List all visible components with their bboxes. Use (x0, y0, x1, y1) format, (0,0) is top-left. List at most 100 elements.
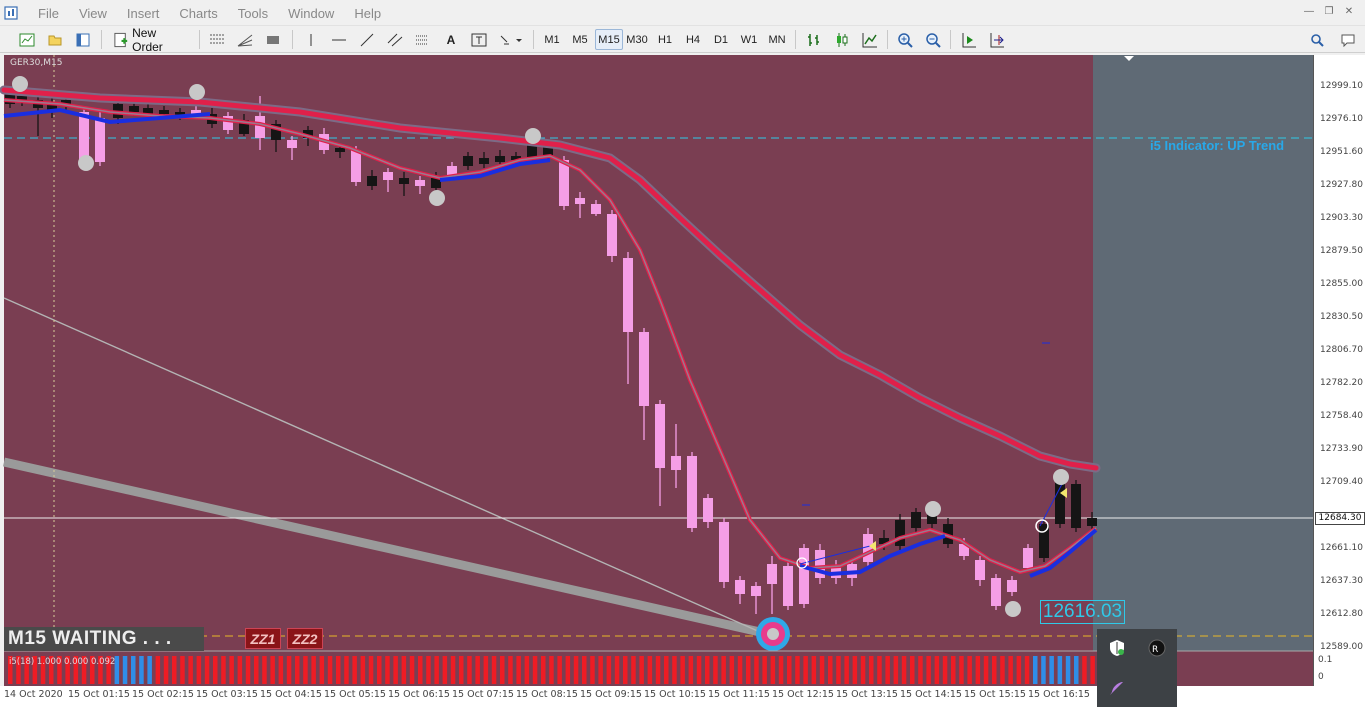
text-tool-icon[interactable]: A (440, 29, 462, 50)
price-tick: 12637.30 (1320, 576, 1363, 586)
menu-bar: File View Insert Charts Tools Window Hel… (0, 0, 1365, 26)
current-price-label: 12684.30 (1315, 512, 1365, 525)
timeframe-m30[interactable]: M30 (624, 29, 650, 50)
chart-shift-icon[interactable] (985, 29, 1009, 50)
menu-file[interactable]: File (28, 6, 69, 21)
new-chart-icon[interactable] (16, 29, 38, 50)
price-axis[interactable]: 12999.10 12976.10 12951.60 12927.80 1290… (1313, 55, 1365, 686)
fibo-fan-icon[interactable] (234, 29, 256, 50)
price-tick: 12830.50 (1320, 312, 1363, 322)
app-logo-icon (4, 6, 18, 20)
indicator-axis-tick: 0 (1318, 672, 1324, 682)
zoom-in-icon[interactable] (893, 29, 917, 50)
menu-charts[interactable]: Charts (169, 6, 227, 21)
zz1-button[interactable]: ZZ1 (245, 628, 281, 649)
price-tick: 12589.00 (1320, 642, 1363, 652)
timeframe-mn[interactable]: MN (764, 29, 790, 50)
price-tick: 12976.10 (1320, 114, 1363, 124)
timeframe-m15[interactable]: M15 (595, 29, 623, 50)
time-tick: 15 Oct 08:15 (516, 689, 578, 700)
trend-indicator-text: i5 Indicator: UP Trend (1150, 138, 1285, 153)
candlestick-icon[interactable] (830, 29, 854, 50)
price-tick: 12661.10 (1320, 543, 1363, 553)
price-tick: 12612.80 (1320, 609, 1363, 619)
time-tick: 15 Oct 11:15 (708, 689, 770, 700)
trendline-icon[interactable] (356, 29, 378, 50)
time-tick: 15 Oct 07:15 (452, 689, 514, 700)
time-tick: 15 Oct 09:15 (580, 689, 642, 700)
zz2-button[interactable]: ZZ2 (287, 628, 323, 649)
search-icon[interactable] (1306, 29, 1328, 50)
shield-icon[interactable] (1103, 635, 1131, 661)
price-tick: 12758.40 (1320, 411, 1363, 421)
time-tick: 15 Oct 06:15 (388, 689, 450, 700)
svg-text:R: R (1152, 645, 1158, 655)
indicator-label: i5(18) 1.000 0.000 0.092 (9, 657, 116, 667)
new-order-label: New Order (132, 25, 163, 54)
toolbar: New Order A M1 M5 M15 M30 H1 H4 D1 W1 MN (0, 26, 1365, 54)
menu-help[interactable]: Help (344, 6, 391, 21)
time-tick: 15 Oct 02:15 (132, 689, 194, 700)
price-tick: 12806.70 (1320, 345, 1363, 355)
price-tick: 12927.80 (1320, 180, 1363, 190)
window-controls: — ❐ ✕ (1301, 5, 1357, 19)
status-waiting-label: M15 WAITING . . . (4, 627, 204, 651)
chat-icon[interactable] (1336, 29, 1360, 50)
profiles-icon[interactable] (44, 29, 66, 50)
timeframe-h4[interactable]: H4 (680, 29, 706, 50)
time-tick: 15 Oct 14:15 (900, 689, 962, 700)
timeframe-d1[interactable]: D1 (708, 29, 734, 50)
time-tick: 15 Oct 10:15 (644, 689, 706, 700)
price-tick: 12782.20 (1320, 378, 1363, 388)
minimize-icon[interactable]: — (1301, 5, 1317, 19)
time-tick: 15 Oct 16:15 (1028, 689, 1090, 700)
price-tick: 12733.90 (1320, 444, 1363, 454)
time-tick: 15 Oct 12:15 (772, 689, 834, 700)
price-tag-label: 12616.03 (1040, 600, 1125, 624)
timeframe-h1[interactable]: H1 (652, 29, 678, 50)
navigator-icon[interactable] (72, 29, 94, 50)
new-order-icon (114, 32, 128, 47)
menu-view[interactable]: View (69, 6, 117, 21)
time-tick: 15 Oct 01:15 (68, 689, 130, 700)
restore-icon[interactable]: ❐ (1321, 5, 1337, 19)
time-tick: 15 Oct 05:15 (324, 689, 386, 700)
time-tick: 15 Oct 03:15 (196, 689, 258, 700)
new-order-button[interactable]: New Order (108, 26, 192, 54)
vertical-line-icon[interactable] (300, 29, 322, 50)
time-tick: 15 Oct 13:15 (836, 689, 898, 700)
price-tick: 12903.30 (1320, 213, 1363, 223)
price-tick: 12855.00 (1320, 279, 1363, 289)
fibonacci-icon[interactable] (206, 29, 228, 50)
menu-insert[interactable]: Insert (117, 6, 170, 21)
arrows-dropdown-icon[interactable] (496, 29, 526, 50)
feather-icon[interactable] (1103, 675, 1131, 701)
horizontal-line-icon[interactable] (328, 29, 350, 50)
rectangle-tool-icon[interactable] (262, 29, 284, 50)
autoscroll-icon[interactable] (957, 29, 981, 50)
chart-shift-marker-icon[interactable] (1123, 55, 1135, 63)
price-tick: 12709.40 (1320, 477, 1363, 487)
timeframe-m5[interactable]: M5 (567, 29, 593, 50)
app-window: File View Insert Charts Tools Window Hel… (0, 0, 1365, 707)
fibo-retracement-icon[interactable] (412, 29, 434, 50)
menu-items: File View Insert Charts Tools Window Hel… (28, 6, 391, 21)
floating-tools-panel: R (1097, 629, 1177, 707)
price-tick: 12951.60 (1320, 147, 1363, 157)
text-label-icon[interactable] (468, 29, 490, 50)
timeframe-w1[interactable]: W1 (736, 29, 762, 50)
indicator-axis-tick: 0.1 (1318, 655, 1333, 665)
menu-tools[interactable]: Tools (228, 6, 278, 21)
price-tick: 12999.10 (1320, 81, 1363, 91)
time-tick: 14 Oct 2020 (4, 689, 63, 700)
time-tick: 15 Oct 15:15 (964, 689, 1026, 700)
timeframe-m1[interactable]: M1 (539, 29, 565, 50)
bar-chart-icon[interactable] (802, 29, 826, 50)
close-icon[interactable]: ✕ (1341, 5, 1357, 19)
menu-window[interactable]: Window (278, 6, 344, 21)
settings-badge-icon[interactable]: R (1143, 635, 1171, 661)
symbol-label: GER30,M15 (10, 58, 63, 68)
zoom-out-icon[interactable] (921, 29, 945, 50)
line-chart-icon[interactable] (858, 29, 882, 50)
equidistant-channel-icon[interactable] (384, 29, 406, 50)
